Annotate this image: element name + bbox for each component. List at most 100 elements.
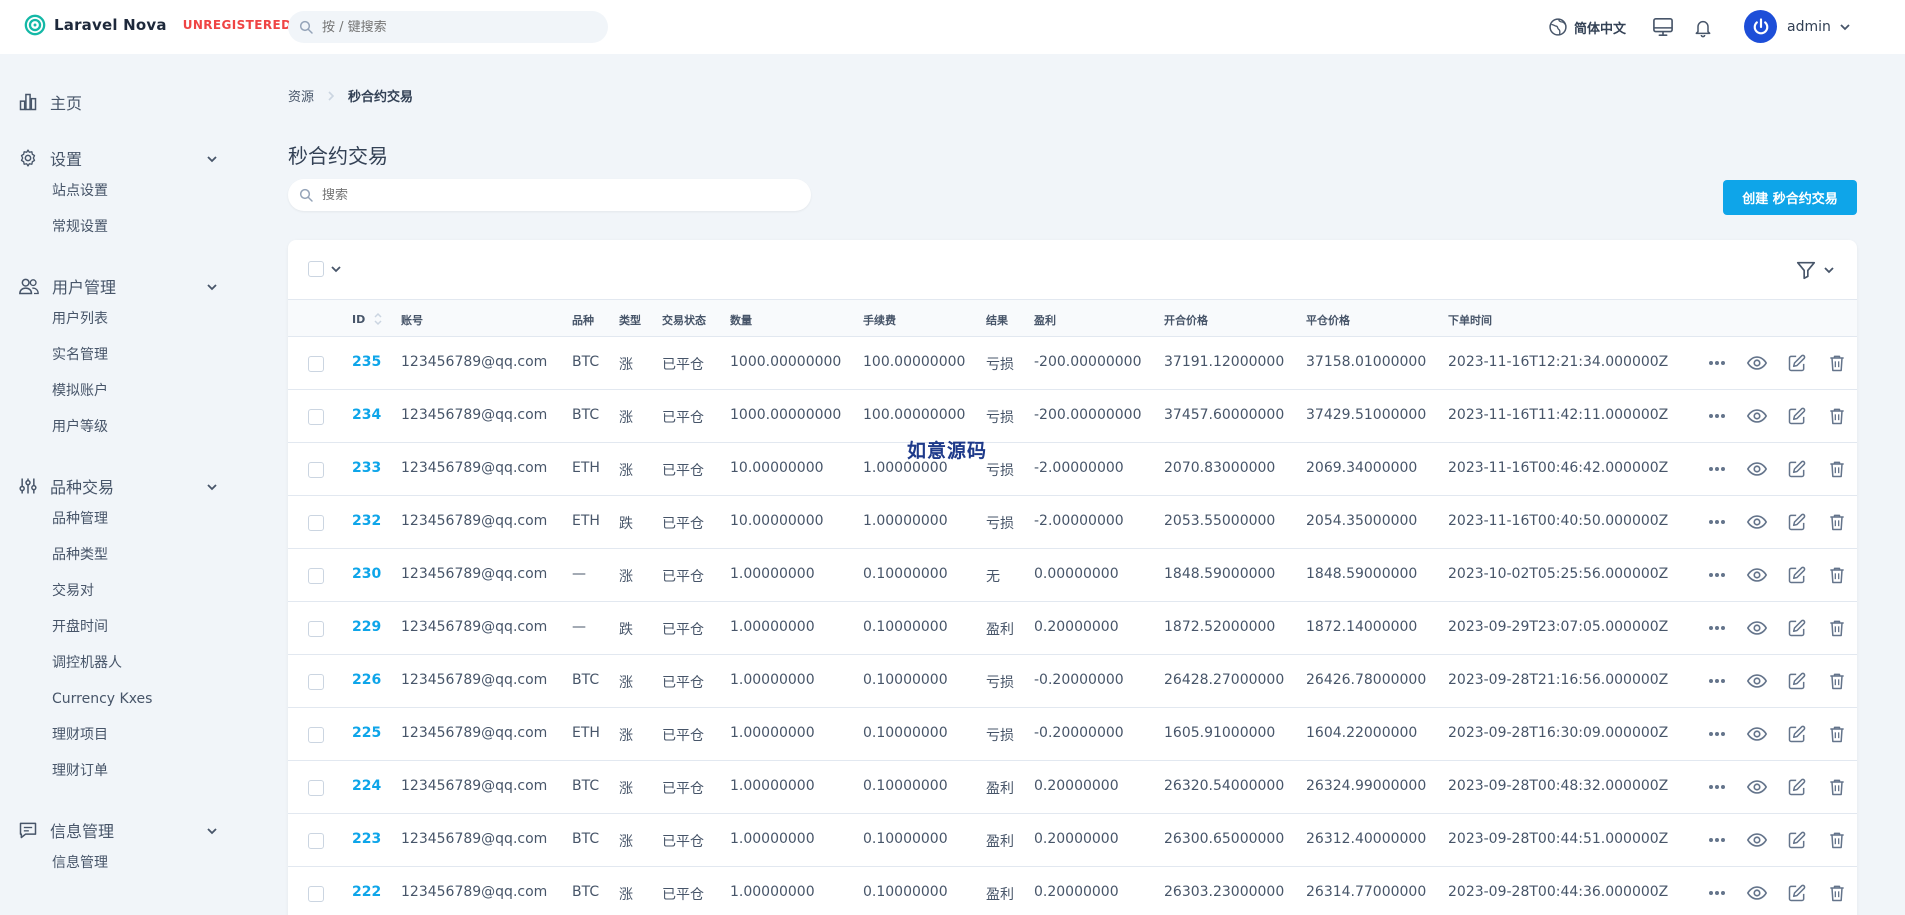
view-button[interactable] — [1737, 723, 1777, 745]
row-checkbox[interactable] — [308, 780, 324, 796]
table-row[interactable]: 226 123456789@qq.com BTC 涨 已平仓 1.00000000 0.10… — [288, 655, 1857, 708]
row-checkbox[interactable] — [308, 462, 324, 478]
edit-button[interactable] — [1777, 565, 1817, 585]
edit-button[interactable] — [1777, 830, 1817, 850]
row-checkbox[interactable] — [308, 409, 324, 425]
sidebar-subitem[interactable]: 开盘时间 — [0, 609, 240, 645]
view-button[interactable] — [1737, 829, 1777, 851]
view-button[interactable] — [1737, 617, 1777, 639]
language-switcher[interactable]: 简体中文 — [1548, 17, 1626, 37]
delete-button[interactable] — [1817, 830, 1857, 850]
edit-button[interactable] — [1777, 618, 1817, 638]
select-all-checkbox[interactable] — [308, 261, 324, 277]
delete-button[interactable] — [1817, 512, 1857, 532]
view-button[interactable] — [1737, 670, 1777, 692]
delete-button[interactable] — [1817, 724, 1857, 744]
row-checkbox[interactable] — [308, 356, 324, 372]
delete-button[interactable] — [1817, 353, 1857, 373]
table-row[interactable]: 230 123456789@qq.com — 涨 已平仓 1.00000000 0.1000… — [288, 549, 1857, 602]
row-id[interactable]: 230 — [352, 566, 381, 582]
more-actions-button[interactable] — [1697, 678, 1737, 684]
more-actions-button[interactable] — [1697, 731, 1737, 737]
sidebar-subitem[interactable]: 模拟账户 — [0, 373, 240, 409]
sidebar-subitem[interactable]: 信息管理 — [0, 845, 240, 881]
row-id[interactable]: 225 — [352, 725, 381, 741]
select-all-menu[interactable] — [308, 261, 342, 277]
filter-menu[interactable] — [1795, 259, 1835, 281]
delete-button[interactable] — [1817, 777, 1857, 797]
column-header-id[interactable]: ID — [352, 312, 383, 326]
view-button[interactable] — [1737, 511, 1777, 533]
view-button[interactable] — [1737, 405, 1777, 427]
more-actions-button[interactable] — [1697, 413, 1737, 419]
sidebar-subitem[interactable]: Currency Kxes — [0, 681, 240, 717]
table-row[interactable]: 232 123456789@qq.com ETH 跌 已平仓 10.00000000 1.0… — [288, 496, 1857, 549]
edit-button[interactable] — [1777, 724, 1817, 744]
table-row[interactable]: 234 123456789@qq.com BTC 涨 已平仓 1000.00000000 1… — [288, 390, 1857, 443]
sidebar-subitem[interactable]: 站点设置 — [0, 173, 240, 209]
row-checkbox[interactable] — [308, 674, 324, 690]
edit-button[interactable] — [1777, 777, 1817, 797]
delete-button[interactable] — [1817, 406, 1857, 426]
edit-button[interactable] — [1777, 353, 1817, 373]
row-id[interactable]: 232 — [352, 513, 381, 529]
delete-button[interactable] — [1817, 618, 1857, 638]
monitor-icon[interactable] — [1652, 17, 1674, 37]
row-id[interactable]: 226 — [352, 672, 381, 688]
sidebar-subitem[interactable]: 理财项目 — [0, 717, 240, 753]
sidebar-subitem[interactable]: 交易对 — [0, 573, 240, 609]
edit-button[interactable] — [1777, 512, 1817, 532]
delete-button[interactable] — [1817, 883, 1857, 903]
table-row[interactable]: 225 123456789@qq.com ETH 涨 已平仓 1.00000000 0.10… — [288, 708, 1857, 761]
more-actions-button[interactable] — [1697, 890, 1737, 896]
user-menu[interactable]: admin — [1744, 10, 1851, 43]
row-id[interactable]: 224 — [352, 778, 381, 794]
table-row[interactable]: 224 123456789@qq.com BTC 涨 已平仓 1.00000000 0.10… — [288, 761, 1857, 814]
more-actions-button[interactable] — [1697, 466, 1737, 472]
row-id[interactable]: 233 — [352, 460, 381, 476]
sidebar-item-messages[interactable]: 信息管理 — [0, 815, 240, 845]
resource-search-input[interactable] — [322, 187, 782, 203]
table-row[interactable]: 233 123456789@qq.com ETH 涨已平仓 10.00000000 1.0… — [288, 443, 1857, 496]
sidebar-item-settings[interactable]: 设置 — [0, 143, 240, 173]
table-row[interactable]: 223 123456789@qq.com BTC 涨 已平仓 1.00000000 0.10… — [288, 814, 1857, 867]
more-actions-button[interactable] — [1697, 784, 1737, 790]
table-row[interactable]: 235 123456789@qq.com BTC 涨 已平仓 1000.00000000 1… — [288, 337, 1857, 390]
sidebar-subitem[interactable]: 用户列表 — [0, 301, 240, 337]
breadcrumb-root[interactable]: 资源 — [288, 86, 314, 105]
row-checkbox[interactable] — [308, 886, 324, 902]
row-checkbox[interactable] — [308, 833, 324, 849]
more-actions-button[interactable] — [1697, 572, 1737, 578]
create-button[interactable]: 创建 秒合约交易 — [1723, 180, 1857, 215]
sidebar-subitem[interactable]: 品种类型 — [0, 537, 240, 573]
logo[interactable]: Laravel Nova UNREGISTERED — [24, 14, 291, 36]
edit-button[interactable] — [1777, 459, 1817, 479]
sidebar-subitem[interactable]: 调控机器人 — [0, 645, 240, 681]
bell-icon[interactable] — [1693, 17, 1713, 38]
row-checkbox[interactable] — [308, 621, 324, 637]
delete-button[interactable] — [1817, 459, 1857, 479]
sidebar-item-trading[interactable]: 品种交易 — [0, 471, 240, 501]
edit-button[interactable] — [1777, 406, 1817, 426]
row-checkbox[interactable] — [308, 515, 324, 531]
more-actions-button[interactable] — [1697, 519, 1737, 525]
row-id[interactable]: 222 — [352, 884, 381, 900]
sidebar-subitem[interactable]: 品种管理 — [0, 501, 240, 537]
edit-button[interactable] — [1777, 883, 1817, 903]
row-id[interactable]: 235 — [352, 354, 381, 370]
delete-button[interactable] — [1817, 671, 1857, 691]
global-search-input[interactable] — [322, 19, 582, 35]
more-actions-button[interactable] — [1697, 625, 1737, 631]
row-checkbox[interactable] — [308, 727, 324, 743]
resource-search[interactable] — [288, 179, 811, 211]
table-row[interactable]: 229 123456789@qq.com — 跌 已平仓 1.00000000 0.1000… — [288, 602, 1857, 655]
row-id[interactable]: 234 — [352, 407, 381, 423]
table-row[interactable]: 222 123456789@qq.com BTC 涨 已平仓 1.00000000 0.10… — [288, 867, 1857, 915]
more-actions-button[interactable] — [1697, 360, 1737, 366]
sidebar-subitem[interactable]: 理财订单 — [0, 753, 240, 789]
row-checkbox[interactable] — [308, 568, 324, 584]
sidebar-subitem[interactable]: 用户等级 — [0, 409, 240, 445]
edit-button[interactable] — [1777, 671, 1817, 691]
sidebar-subitem[interactable]: 实名管理 — [0, 337, 240, 373]
row-id[interactable]: 223 — [352, 831, 381, 847]
